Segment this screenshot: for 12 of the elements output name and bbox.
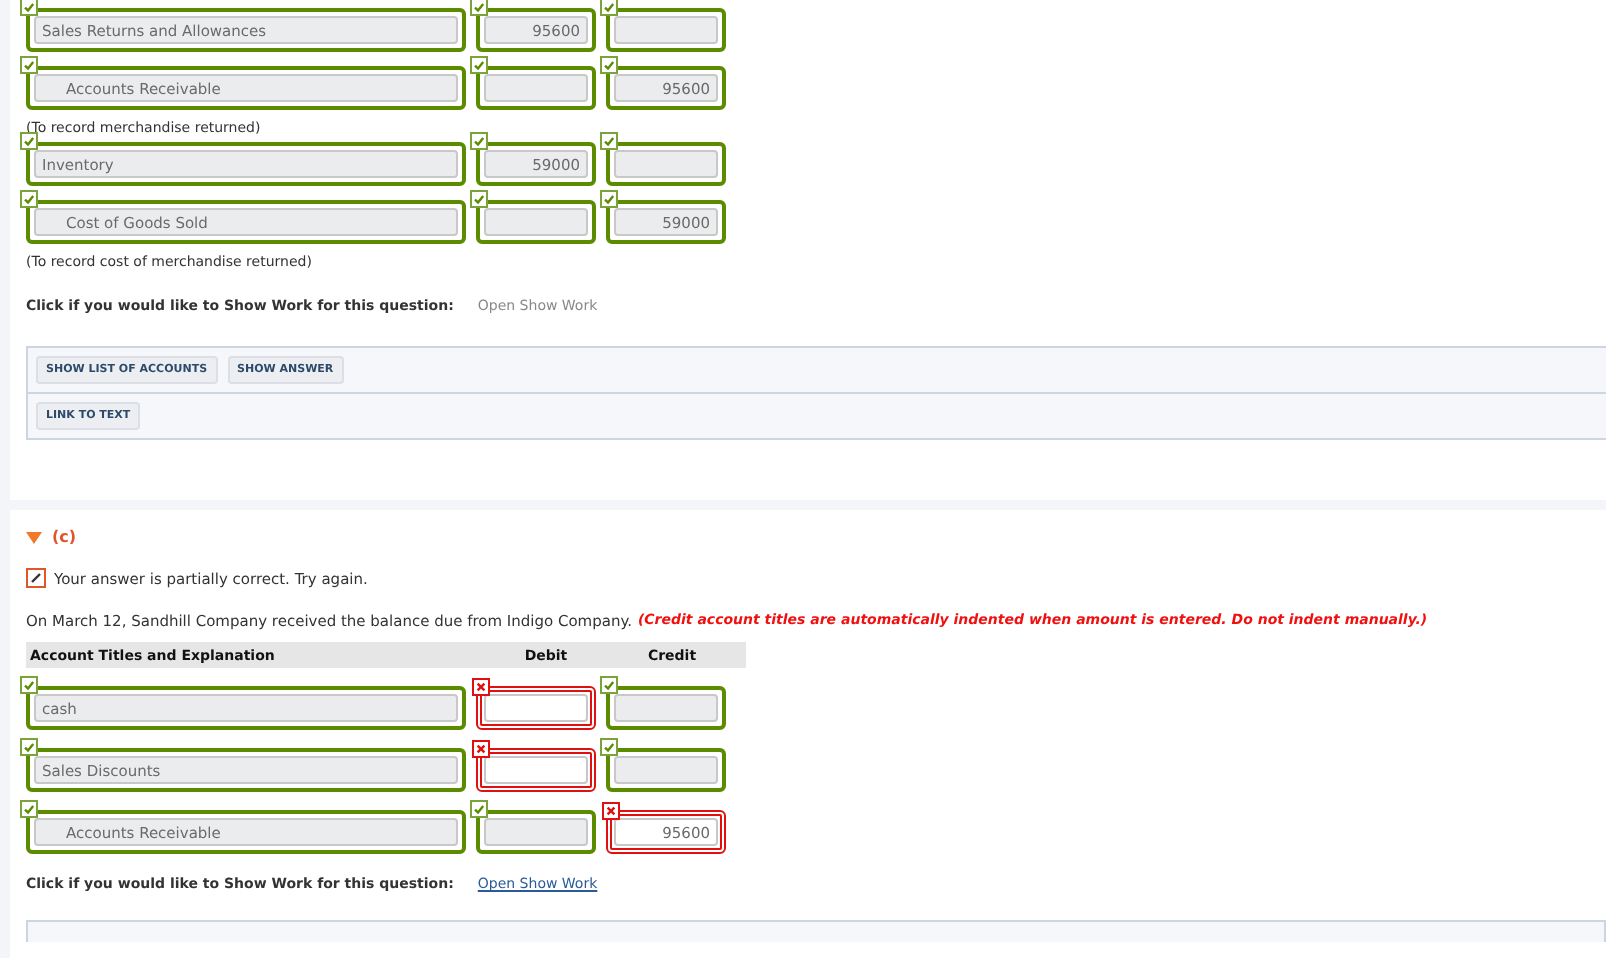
credit-field[interactable] <box>614 756 718 784</box>
credit-field[interactable] <box>614 16 718 44</box>
debit-field[interactable] <box>484 818 588 846</box>
credit-field[interactable] <box>614 694 718 722</box>
credit-field[interactable] <box>614 150 718 178</box>
debit-field[interactable] <box>484 208 588 236</box>
debit-field[interactable] <box>484 756 588 784</box>
pencil-icon <box>26 568 46 588</box>
debit-field[interactable] <box>484 74 588 102</box>
caret-icon[interactable] <box>26 531 42 543</box>
debit-field[interactable] <box>484 694 588 722</box>
part-label: (c) <box>52 528 77 546</box>
